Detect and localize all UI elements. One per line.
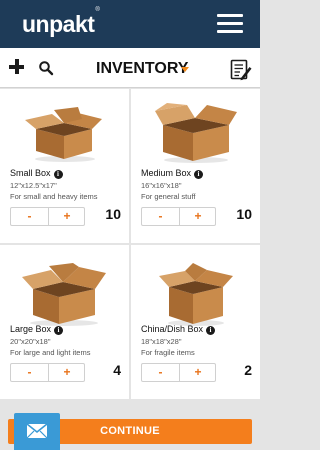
- item-name: Large Box i: [10, 324, 64, 335]
- decrease-button[interactable]: -: [11, 364, 48, 381]
- caret-down-icon[interactable]: [181, 67, 189, 72]
- inventory-toolbar: INVENTORY: [0, 48, 260, 88]
- item-quantity: 10: [105, 206, 121, 222]
- item-description: For small and heavy items: [10, 192, 98, 201]
- item-card-large-box: Large Box i 20"x20"x18" For large and lig…: [0, 245, 129, 399]
- item-name: Small Box i: [10, 168, 63, 179]
- quantity-stepper: - +: [10, 207, 85, 226]
- envelope-icon[interactable]: [14, 413, 60, 450]
- item-name-text: Large Box: [10, 324, 52, 334]
- decrease-button[interactable]: -: [11, 208, 48, 225]
- item-description: For general stuff: [141, 192, 196, 201]
- item-name-text: Medium Box: [141, 168, 192, 178]
- increase-button[interactable]: +: [179, 208, 216, 225]
- item-name-text: Small Box: [10, 168, 51, 178]
- item-name-text: China/Dish Box: [141, 324, 204, 334]
- item-card-small-box: Small Box i 12"x12.5"x17" For small and h…: [0, 89, 129, 243]
- inventory-dropdown[interactable]: INVENTORY: [96, 60, 188, 78]
- small-box-image: [25, 107, 102, 162]
- china-dish-box-image: [159, 263, 233, 326]
- quantity-stepper: - +: [10, 363, 85, 382]
- quantity-stepper: - +: [141, 363, 216, 382]
- item-quantity: 4: [113, 362, 121, 378]
- clipboard-edit-icon[interactable]: [229, 58, 253, 82]
- medium-box-image: [155, 103, 237, 163]
- item-card-china-dish-box: China/Dish Box i 18"x18"x28" For fragile …: [131, 245, 260, 399]
- item-description: For large and light items: [10, 348, 91, 357]
- item-quantity: 2: [244, 362, 252, 378]
- app-header: unpakt®: [0, 0, 260, 48]
- decrease-button[interactable]: -: [142, 364, 179, 381]
- increase-button[interactable]: +: [48, 208, 85, 225]
- item-description: For fragile items: [141, 348, 195, 357]
- plus-icon[interactable]: [8, 58, 26, 76]
- info-icon[interactable]: i: [206, 326, 216, 335]
- large-box-image: [22, 263, 106, 326]
- item-card-medium-box: Medium Box i 16"x16"x18" For general stuf…: [131, 89, 260, 243]
- unpakt-logo[interactable]: unpakt®: [22, 7, 100, 38]
- quantity-stepper: - +: [141, 207, 216, 226]
- envelope-glyph: [26, 423, 48, 439]
- search-icon[interactable]: [38, 60, 54, 76]
- item-dimensions: 18"x18"x28": [141, 337, 182, 346]
- item-dimensions: 20"x20"x18": [10, 337, 51, 346]
- item-name: China/Dish Box i: [141, 324, 216, 335]
- info-icon[interactable]: i: [53, 170, 63, 179]
- item-quantity: 10: [236, 206, 252, 222]
- increase-button[interactable]: +: [48, 364, 85, 381]
- item-name: Medium Box i: [141, 168, 204, 179]
- item-dimensions: 16"x16"x18": [141, 181, 182, 190]
- increase-button[interactable]: +: [179, 364, 216, 381]
- decrease-button[interactable]: -: [142, 208, 179, 225]
- info-icon[interactable]: i: [194, 170, 204, 179]
- info-icon[interactable]: i: [54, 326, 64, 335]
- hamburger-menu-icon[interactable]: [217, 14, 243, 34]
- item-dimensions: 12"x12.5"x17": [10, 181, 57, 190]
